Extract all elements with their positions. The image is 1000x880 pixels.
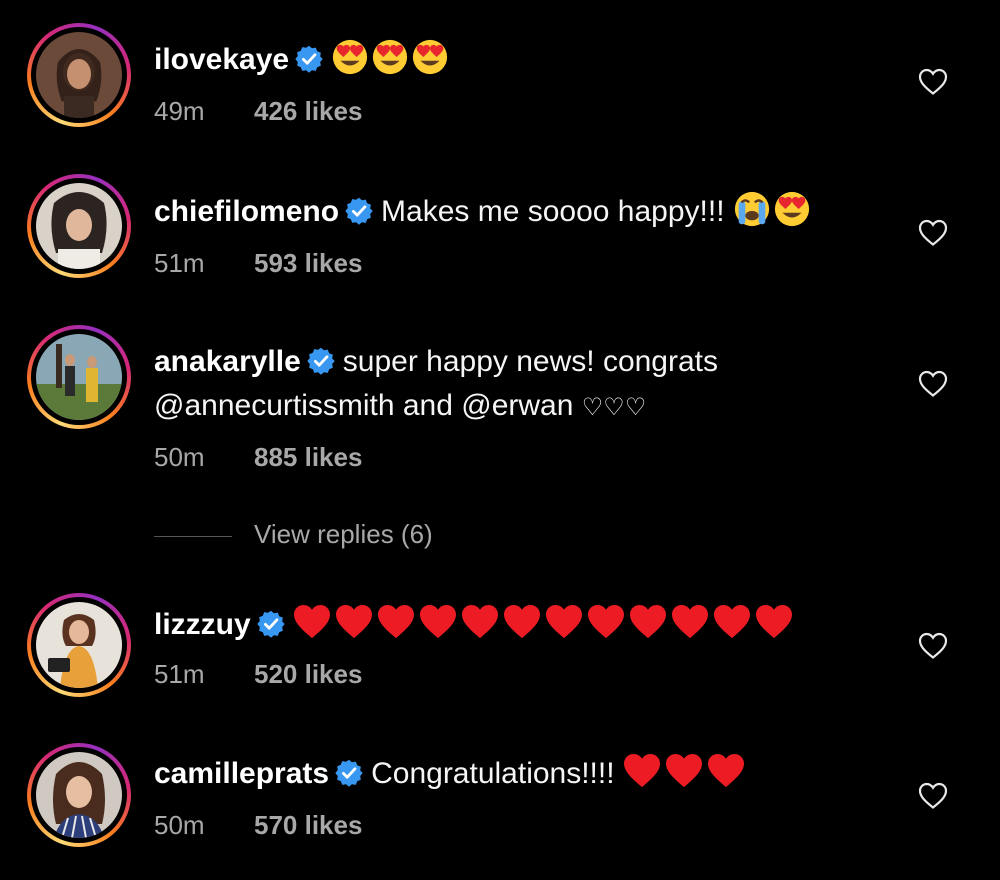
outline-hearts: ♡♡♡ [581,393,647,421]
red-heart-emoji-icon [545,604,583,640]
likes-count[interactable]: 520 likes [254,659,362,689]
verified-badge-icon [345,197,373,225]
avatar-ring[interactable] [27,743,131,847]
comment-time: 50m [154,442,205,472]
verified-badge-icon [295,45,323,73]
username[interactable]: anakarylle [154,345,301,378]
heart-eyes-emoji-icon [331,38,369,76]
comment-time: 50m [154,810,205,840]
comment-text: super happy news! congrats [342,345,719,378]
comment-time: 49m [154,96,205,126]
view-replies-label: View replies (6) [254,519,433,549]
heart-eyes-emoji-icon [371,38,409,76]
red-heart-emoji-icon [629,604,667,640]
view-replies-button[interactable]: View replies (6) [154,519,433,550]
likes-count[interactable]: 885 likes [254,442,362,472]
heart-outline-icon[interactable] [918,219,948,247]
avatar [36,602,122,688]
replies-divider [154,535,232,537]
avatar-ring[interactable] [27,593,131,697]
verified-badge-icon [307,347,335,375]
red-hearts-group [623,757,749,790]
verified-badge-icon [257,610,285,638]
red-heart-emoji-icon [755,604,793,640]
avatar-ring[interactable] [27,325,131,429]
red-heart-emoji-icon [419,604,457,640]
red-heart-emoji-icon [293,604,331,640]
avatar [36,32,122,118]
heart-eyes-emoji-icon [411,38,449,76]
red-heart-emoji-icon [503,604,541,640]
red-hearts-group [293,608,797,641]
likes-count[interactable]: 593 likes [254,248,362,278]
loudly-crying-emoji-icon [733,190,771,228]
comment-text-line2: @annecurtissmith and @erwan [154,389,574,422]
comment-time: 51m [154,659,205,689]
heart-outline-icon[interactable] [918,370,948,398]
username[interactable]: chiefilomeno [154,195,339,228]
red-heart-emoji-icon [377,604,415,640]
red-heart-emoji-icon [707,753,745,789]
likes-count[interactable]: 570 likes [254,810,362,840]
red-heart-emoji-icon [623,753,661,789]
avatar [36,334,122,420]
heart-outline-icon[interactable] [918,782,948,810]
red-heart-emoji-icon [587,604,625,640]
comment-time: 51m [154,248,205,278]
username[interactable]: camilleprats [154,757,329,790]
heart-outline-icon[interactable] [918,632,948,660]
red-heart-emoji-icon [665,753,703,789]
red-heart-emoji-icon [335,604,373,640]
heart-outline-icon[interactable] [918,68,948,96]
avatar [36,183,122,269]
username[interactable]: ilovekaye [154,43,289,76]
red-heart-emoji-icon [461,604,499,640]
comment-text: Congratulations!!!! [371,757,615,790]
comment-text: Makes me soooo happy!!! [381,195,725,228]
red-heart-emoji-icon [671,604,709,640]
username[interactable]: lizzzuy [154,608,251,641]
red-heart-emoji-icon [713,604,751,640]
verified-badge-icon [335,759,363,787]
avatar-ring[interactable] [27,23,131,127]
heart-eyes-emoji-icon [773,190,811,228]
likes-count[interactable]: 426 likes [254,96,362,126]
avatar-ring[interactable] [27,174,131,278]
avatar [36,752,122,838]
